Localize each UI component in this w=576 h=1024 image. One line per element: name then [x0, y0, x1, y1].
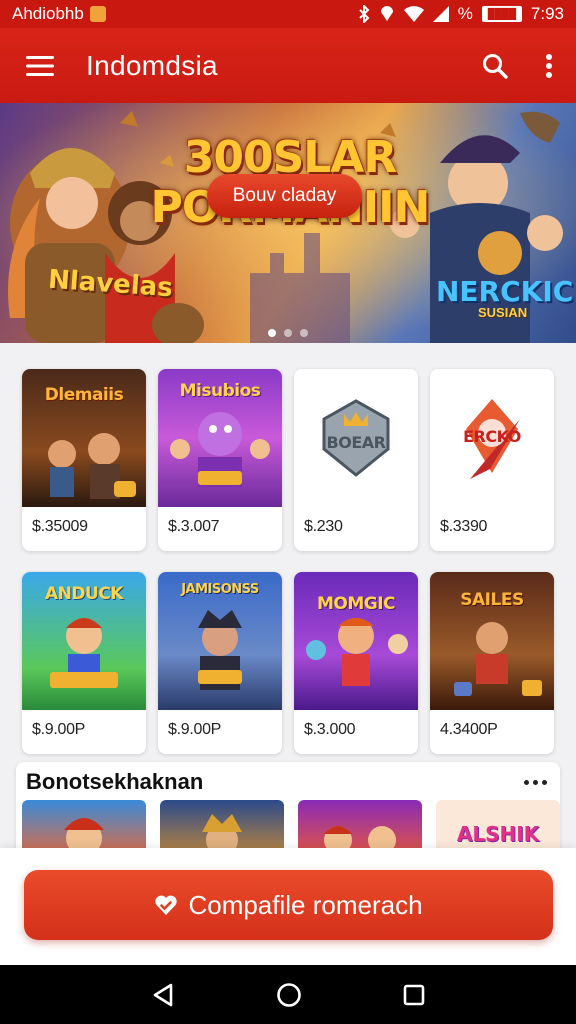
wifi-icon: [403, 6, 424, 22]
home-icon[interactable]: [276, 982, 302, 1008]
game-card[interactable]: SAILES 4.3400P: [430, 572, 554, 754]
game-caption: JAMISONSS: [181, 582, 259, 597]
battery-icon: ████: [481, 6, 522, 22]
app-bar: Indomdsia: [0, 28, 576, 103]
game-card[interactable]: ANDUCK $.9.00P: [22, 572, 146, 754]
game-thumbnail: Dlemaiis: [22, 369, 146, 507]
game-thumbnail: ANDUCK: [22, 572, 146, 710]
game-card[interactable]: MOMGIC $.3.000: [294, 572, 418, 754]
carousel-dots[interactable]: [268, 329, 308, 337]
game-price: $.3390: [440, 518, 488, 535]
bottom-panel: Compafile romerach: [0, 848, 576, 965]
heart-check-icon: [155, 895, 178, 915]
game-caption: ANDUCK: [45, 584, 123, 604]
game-thumbnail: JAMISONSS: [158, 572, 282, 710]
game-price: $.3.007: [168, 518, 220, 535]
back-icon[interactable]: [151, 982, 175, 1008]
app-title: Indomdsia: [86, 49, 218, 81]
carousel-dot[interactable]: [268, 329, 276, 337]
status-left-text: Ahdiobhb: [12, 4, 84, 23]
signal-icon: [432, 6, 449, 22]
more-vert-icon[interactable]: [522, 36, 576, 96]
banner-right-tag: NERCKIC: [436, 275, 574, 308]
recents-icon[interactable]: [403, 984, 425, 1006]
game-thumbnail: MOMGIC: [294, 572, 418, 710]
section-title: Bonotsekhaknan: [26, 769, 204, 794]
game-caption: BOEAR: [326, 433, 386, 452]
status-time: 7:93: [530, 4, 564, 23]
game-price: $.3.000: [304, 721, 356, 738]
banner-play-button[interactable]: Bouv claday: [207, 174, 362, 218]
notification-app-icon: [89, 6, 106, 22]
game-caption: MOMGIC: [316, 594, 396, 614]
game-thumbnail: ERCKO: [430, 369, 554, 507]
compare-button-label: Compafile romerach: [188, 889, 423, 920]
carousel-dot[interactable]: [284, 329, 292, 337]
game-card[interactable]: JAMISONSS $.9.00P: [158, 572, 282, 754]
game-thumbnail: SAILES: [430, 572, 554, 710]
games-grid-row1: Dlemaiis $.35009 Misubios $.3.007 BOEAR …: [22, 369, 554, 551]
search-icon[interactable]: [468, 36, 522, 96]
game-price: $.9.00P: [168, 721, 222, 738]
game-price: $.9.00P: [32, 721, 86, 738]
game-caption: Misubios: [179, 381, 261, 401]
game-card[interactable]: Dlemaiis $.35009: [22, 369, 146, 551]
game-card[interactable]: Misubios $.3.007: [158, 369, 282, 551]
game-caption: Dlemaiis: [44, 385, 124, 405]
promo-banner[interactable]: 300SLAR PORMANIIN Nlavelas NERCKIC SUSIA…: [0, 103, 576, 343]
game-thumbnail: BOEAR: [294, 369, 418, 507]
more-horiz-icon[interactable]: [520, 770, 550, 794]
game-caption: SAILES: [460, 590, 524, 610]
game-caption: ERCKO: [463, 427, 521, 446]
game-price: $.35009: [32, 518, 88, 535]
game-thumbnail: Misubios: [158, 369, 282, 507]
status-bar: Ahdiobhb % ████ 7:93: [0, 0, 576, 28]
game-price: $.230: [304, 518, 343, 535]
game-card[interactable]: ERCKO $.3390: [430, 369, 554, 551]
menu-icon[interactable]: [10, 36, 70, 96]
game-price: 4.3400P: [440, 721, 498, 738]
game-card[interactable]: BOEAR $.230: [294, 369, 418, 551]
compare-button[interactable]: Compafile romerach: [24, 870, 553, 940]
carousel-dot[interactable]: [300, 329, 308, 337]
battery-percent: %: [457, 4, 473, 23]
location-icon: [380, 6, 393, 21]
system-nav-bar: [0, 965, 576, 1024]
games-grid-row2: ANDUCK $.9.00P JAMISONSS $.9.00P MOMGIC …: [22, 572, 554, 754]
bluetooth-icon: [359, 5, 370, 23]
section-mini-caption: ALSHIK: [456, 822, 540, 846]
banner-right-subtag: SUSIAN: [478, 305, 528, 320]
